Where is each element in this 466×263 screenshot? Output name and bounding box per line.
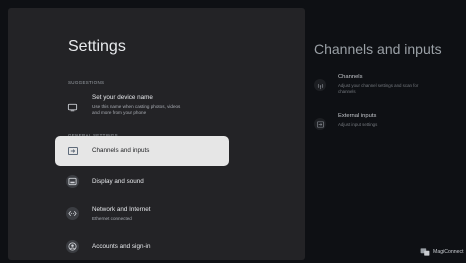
antenna-icon — [314, 79, 326, 91]
account-icon — [66, 240, 79, 253]
suggestions-heading: SUGGESTIONS — [68, 80, 105, 85]
tv-settings-screen: Settings SUGGESTIONS Set your device nam… — [0, 0, 466, 263]
tv-icon — [66, 101, 79, 114]
menu-item-display-sound[interactable]: Display and sound — [55, 167, 229, 197]
suggestion-desc-line2: and more from your phone — [92, 110, 147, 115]
input-icon — [66, 144, 79, 157]
display-icon — [66, 175, 79, 188]
menu-item-label: Display and sound — [92, 178, 144, 185]
page-title: Settings — [68, 38, 126, 55]
detail-item-desc-line2: channels — [338, 88, 356, 94]
network-status: Ethernet connected — [92, 216, 132, 221]
settings-panel: Settings SUGGESTIONS Set your device nam… — [8, 8, 305, 260]
menu-item-network-internet[interactable]: Network and Internet Ethernet connected — [55, 199, 229, 229]
detail-item-external-inputs[interactable]: External inputs Adjust input settings — [312, 113, 462, 143]
menu-item-label: Network and Internet — [92, 206, 151, 213]
menu-item-accounts-signin[interactable]: Accounts and sign-in — [55, 232, 229, 260]
watermark-text: MagiConnect — [433, 249, 464, 255]
suggestion-device-name[interactable]: Set your device name Use this name when … — [55, 88, 229, 128]
magiconnect-logo — [420, 248, 430, 256]
detail-item-desc-line1: Adjust input settings — [338, 122, 378, 127]
watermark: MagiConnect — [420, 248, 464, 256]
detail-panel: Channels and inputs Channels Adjust your… — [305, 8, 466, 260]
detail-item-label: Channels — [338, 74, 363, 80]
network-icon — [66, 207, 79, 220]
menu-item-channels-inputs[interactable]: Channels and inputs — [55, 136, 229, 166]
detail-item-channels[interactable]: Channels Adjust your channel settings an… — [312, 74, 462, 104]
input-icon — [314, 118, 326, 130]
detail-title: Channels and inputs — [314, 41, 442, 57]
suggestion-title: Set your device name — [92, 94, 153, 101]
menu-item-label: Accounts and sign-in — [92, 243, 151, 250]
menu-item-label: Channels and inputs — [92, 147, 150, 154]
detail-item-label: External inputs — [338, 113, 377, 119]
